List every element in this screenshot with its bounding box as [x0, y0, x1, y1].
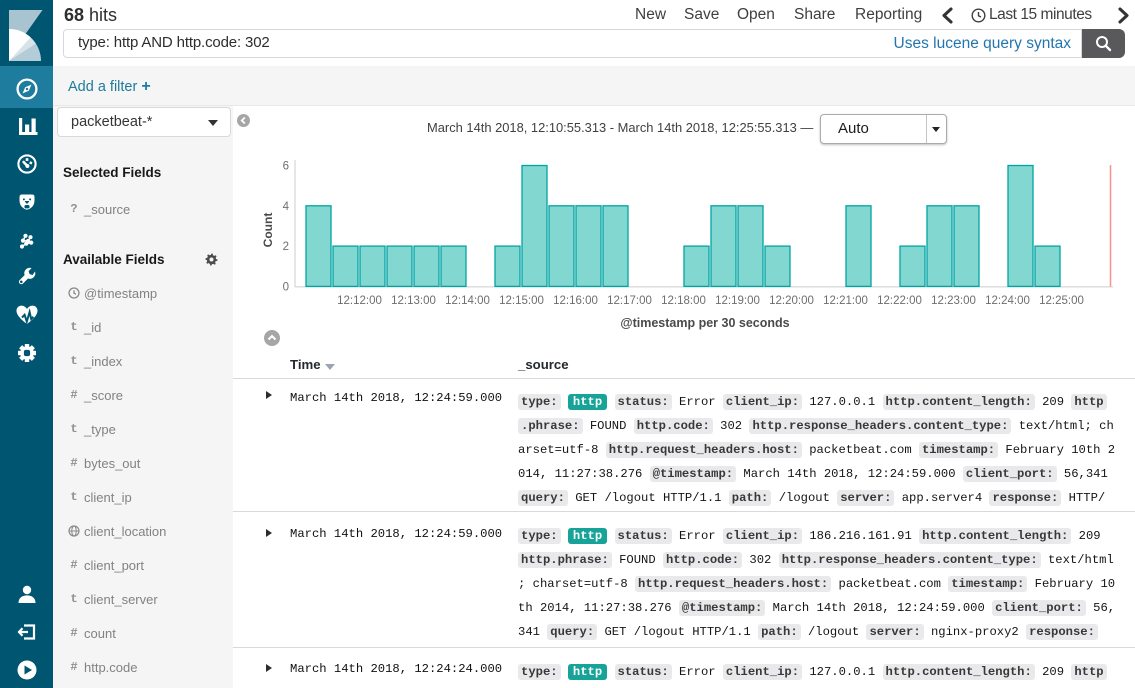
svg-text:@timestamp per 30 seconds: @timestamp per 30 seconds	[620, 316, 789, 330]
svg-text:Count: Count	[261, 213, 275, 248]
svg-text:12:15:00: 12:15:00	[499, 295, 544, 307]
svg-text:12:13:00: 12:13:00	[391, 295, 436, 307]
svg-text:12:24:00: 12:24:00	[985, 295, 1030, 307]
svg-text:12:19:00: 12:19:00	[715, 295, 760, 307]
svg-text:12:20:00: 12:20:00	[769, 295, 814, 307]
svg-text:12:16:00: 12:16:00	[553, 295, 598, 307]
svg-text:12:14:00: 12:14:00	[445, 295, 490, 307]
svg-text:4: 4	[283, 201, 290, 213]
svg-text:0: 0	[283, 281, 289, 293]
svg-text:12:23:00: 12:23:00	[931, 295, 976, 307]
svg-text:12:22:00: 12:22:00	[877, 295, 922, 307]
svg-text:2: 2	[283, 241, 289, 253]
svg-text:12:12:00: 12:12:00	[337, 295, 382, 307]
svg-text:12:17:00: 12:17:00	[607, 295, 652, 307]
svg-text:12:21:00: 12:21:00	[823, 295, 868, 307]
svg-text:12:18:00: 12:18:00	[661, 295, 706, 307]
svg-text:6: 6	[283, 161, 289, 173]
svg-text:12:25:00: 12:25:00	[1039, 295, 1084, 307]
